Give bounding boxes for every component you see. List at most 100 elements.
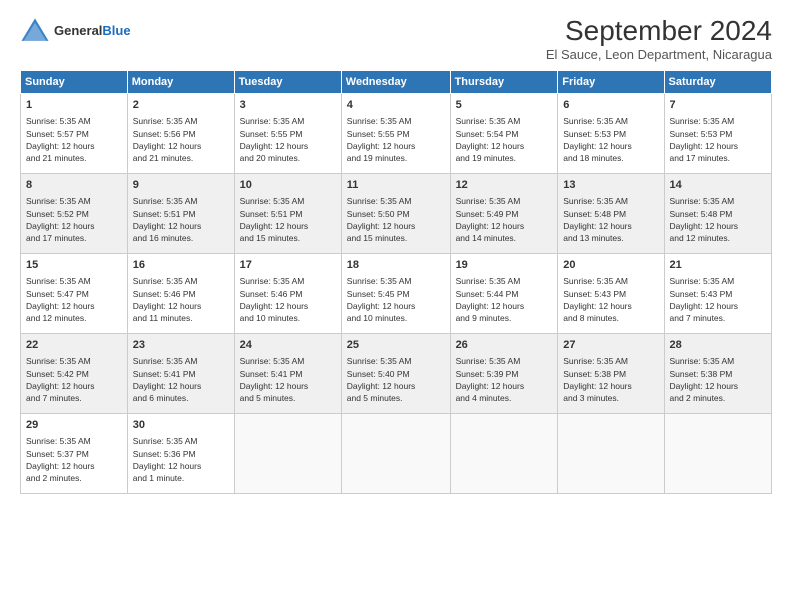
table-row: 7 Sunrise: 5:35 AMSunset: 5:53 PMDaylight…: [664, 94, 771, 174]
table-row: 24 Sunrise: 5:35 AMSunset: 5:41 PMDayligh…: [234, 334, 341, 414]
day-number: 4: [347, 98, 445, 113]
table-row: [664, 414, 771, 494]
day-info: Sunrise: 5:35 AMSunset: 5:44 PMDaylight:…: [456, 275, 553, 324]
day-info: Sunrise: 5:35 AMSunset: 5:51 PMDaylight:…: [240, 195, 336, 244]
day-info: Sunrise: 5:35 AMSunset: 5:39 PMDaylight:…: [456, 355, 553, 404]
table-row: 1Sunrise: 5:35 AMSunset: 5:57 PMDaylight…: [21, 94, 128, 174]
day-info: Sunrise: 5:35 AMSunset: 5:36 PMDaylight:…: [133, 435, 229, 484]
calendar-week-5: 29Sunrise: 5:35 AMSunset: 5:37 PMDayligh…: [21, 414, 772, 494]
table-row: [450, 414, 558, 494]
table-row: 13 Sunrise: 5:35 AMSunset: 5:48 PMDayligh…: [558, 174, 664, 254]
day-number: 15: [26, 258, 122, 273]
day-info: Sunrise: 5:35 AMSunset: 5:40 PMDaylight:…: [347, 355, 445, 404]
day-number: 17: [240, 258, 336, 273]
header-row: Sunday Monday Tuesday Wednesday Thursday…: [21, 71, 772, 94]
month-title: September 2024: [546, 15, 772, 47]
day-number: 25: [347, 338, 445, 353]
table-row: 2Sunrise: 5:35 AMSunset: 5:56 PMDaylight…: [127, 94, 234, 174]
table-row: 17 Sunrise: 5:35 AMSunset: 5:46 PMDayligh…: [234, 254, 341, 334]
day-info: Sunrise: 5:35 AMSunset: 5:45 PMDaylight:…: [347, 275, 445, 324]
table-row: [341, 414, 450, 494]
day-info: Sunrise: 5:35 AMSunset: 5:53 PMDaylight:…: [563, 115, 658, 164]
day-number: 27: [563, 338, 658, 353]
table-row: 25 Sunrise: 5:35 AMSunset: 5:40 PMDayligh…: [341, 334, 450, 414]
table-row: 26 Sunrise: 5:35 AMSunset: 5:39 PMDayligh…: [450, 334, 558, 414]
table-row: 23 Sunrise: 5:35 AMSunset: 5:41 PMDayligh…: [127, 334, 234, 414]
table-row: 19Sunrise: 5:35 AMSunset: 5:44 PMDayligh…: [450, 254, 558, 334]
day-info: Sunrise: 5:35 AMSunset: 5:49 PMDaylight:…: [456, 195, 553, 244]
location: El Sauce, Leon Department, Nicaragua: [546, 47, 772, 62]
day-info: Sunrise: 5:35 AMSunset: 5:37 PMDaylight:…: [26, 435, 122, 484]
day-info: Sunrise: 5:35 AMSunset: 5:43 PMDaylight:…: [563, 275, 658, 324]
table-row: 8 Sunrise: 5:35 AMSunset: 5:52 PMDaylight…: [21, 174, 128, 254]
day-number: 8: [26, 178, 122, 193]
day-info: Sunrise: 5:35 AMSunset: 5:53 PMDaylight:…: [670, 115, 766, 164]
day-number: 20: [563, 258, 658, 273]
day-info: Sunrise: 5:35 AMSunset: 5:50 PMDaylight:…: [347, 195, 445, 244]
calendar-week-1: 1Sunrise: 5:35 AMSunset: 5:57 PMDaylight…: [21, 94, 772, 174]
calendar-week-4: 22 Sunrise: 5:35 AMSunset: 5:42 PMDayligh…: [21, 334, 772, 414]
table-row: [558, 414, 664, 494]
table-row: 4 Sunrise: 5:35 AMSunset: 5:55 PMDaylight…: [341, 94, 450, 174]
day-number: 13: [563, 178, 658, 193]
day-number: 7: [670, 98, 766, 113]
page-header: GeneralBlue September 2024 El Sauce, Leo…: [20, 15, 772, 62]
day-number: 9: [133, 178, 229, 193]
table-row: 28 Sunrise: 5:35 AMSunset: 5:38 PMDayligh…: [664, 334, 771, 414]
day-number: 11: [347, 178, 445, 193]
day-number: 5: [456, 98, 553, 113]
day-number: 28: [670, 338, 766, 353]
day-info: Sunrise: 5:35 AMSunset: 5:38 PMDaylight:…: [563, 355, 658, 404]
day-info: Sunrise: 5:35 AMSunset: 5:52 PMDaylight:…: [26, 195, 122, 244]
col-sunday: Sunday: [21, 71, 128, 94]
table-row: 3 Sunrise: 5:35 AMSunset: 5:55 PMDaylight…: [234, 94, 341, 174]
day-info: Sunrise: 5:35 AMSunset: 5:41 PMDaylight:…: [133, 355, 229, 404]
day-info: Sunrise: 5:35 AMSunset: 5:56 PMDaylight:…: [133, 115, 229, 164]
day-info: Sunrise: 5:35 AMSunset: 5:55 PMDaylight:…: [240, 115, 336, 164]
day-info: Sunrise: 5:35 AMSunset: 5:47 PMDaylight:…: [26, 275, 122, 324]
table-row: 21Sunrise: 5:35 AMSunset: 5:43 PMDayligh…: [664, 254, 771, 334]
logo-text: GeneralBlue: [54, 23, 131, 38]
day-info: Sunrise: 5:35 AMSunset: 5:48 PMDaylight:…: [563, 195, 658, 244]
day-number: 10: [240, 178, 336, 193]
table-row: 5Sunrise: 5:35 AMSunset: 5:54 PMDaylight…: [450, 94, 558, 174]
table-row: 10 Sunrise: 5:35 AMSunset: 5:51 PMDayligh…: [234, 174, 341, 254]
day-info: Sunrise: 5:35 AMSunset: 5:46 PMDaylight:…: [240, 275, 336, 324]
day-number: 22: [26, 338, 122, 353]
table-row: 20 Sunrise: 5:35 AMSunset: 5:43 PMDayligh…: [558, 254, 664, 334]
calendar-week-2: 8 Sunrise: 5:35 AMSunset: 5:52 PMDaylight…: [21, 174, 772, 254]
table-row: 11 Sunrise: 5:35 AMSunset: 5:50 PMDayligh…: [341, 174, 450, 254]
table-row: 6Sunrise: 5:35 AMSunset: 5:53 PMDaylight…: [558, 94, 664, 174]
title-block: September 2024 El Sauce, Leon Department…: [546, 15, 772, 62]
day-info: Sunrise: 5:35 AMSunset: 5:42 PMDaylight:…: [26, 355, 122, 404]
day-number: 16: [133, 258, 229, 273]
col-tuesday: Tuesday: [234, 71, 341, 94]
logo: GeneralBlue: [20, 15, 131, 45]
table-row: 9 Sunrise: 5:35 AMSunset: 5:51 PMDaylight…: [127, 174, 234, 254]
day-info: Sunrise: 5:35 AMSunset: 5:51 PMDaylight:…: [133, 195, 229, 244]
col-wednesday: Wednesday: [341, 71, 450, 94]
day-info: Sunrise: 5:35 AMSunset: 5:38 PMDaylight:…: [670, 355, 766, 404]
calendar-page: GeneralBlue September 2024 El Sauce, Leo…: [0, 0, 792, 612]
table-row: 22 Sunrise: 5:35 AMSunset: 5:42 PMDayligh…: [21, 334, 128, 414]
table-row: 12 Sunrise: 5:35 AMSunset: 5:49 PMDayligh…: [450, 174, 558, 254]
day-info: Sunrise: 5:35 AMSunset: 5:55 PMDaylight:…: [347, 115, 445, 164]
day-number: 21: [670, 258, 766, 273]
calendar-week-3: 15 Sunrise: 5:35 AMSunset: 5:47 PMDayligh…: [21, 254, 772, 334]
day-number: 12: [456, 178, 553, 193]
day-number: 14: [670, 178, 766, 193]
table-row: 15 Sunrise: 5:35 AMSunset: 5:47 PMDayligh…: [21, 254, 128, 334]
table-row: 18 Sunrise: 5:35 AMSunset: 5:45 PMDayligh…: [341, 254, 450, 334]
table-row: 16Sunrise: 5:35 AMSunset: 5:46 PMDayligh…: [127, 254, 234, 334]
day-number: 3: [240, 98, 336, 113]
calendar-table: Sunday Monday Tuesday Wednesday Thursday…: [20, 70, 772, 494]
day-number: 24: [240, 338, 336, 353]
day-number: 26: [456, 338, 553, 353]
day-number: 18: [347, 258, 445, 273]
table-row: 29Sunrise: 5:35 AMSunset: 5:37 PMDayligh…: [21, 414, 128, 494]
day-number: 23: [133, 338, 229, 353]
table-row: [234, 414, 341, 494]
col-friday: Friday: [558, 71, 664, 94]
day-info: Sunrise: 5:35 AMSunset: 5:41 PMDaylight:…: [240, 355, 336, 404]
col-saturday: Saturday: [664, 71, 771, 94]
